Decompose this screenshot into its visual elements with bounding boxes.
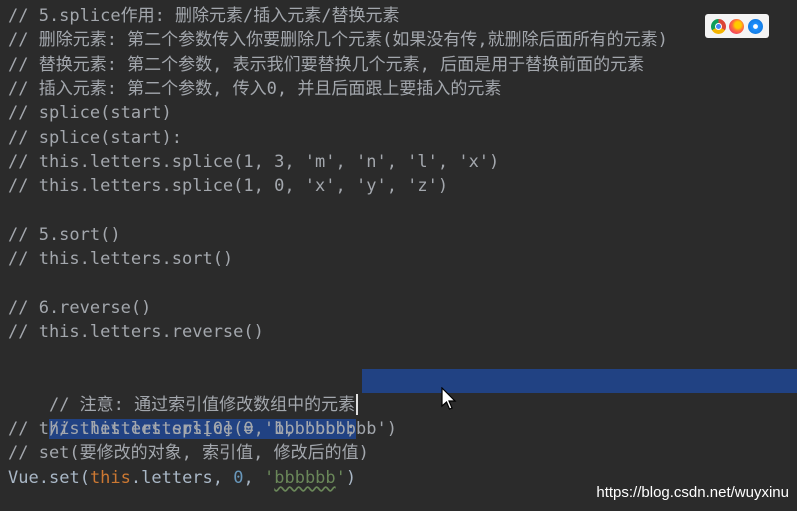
code-line[interactable]: // this.letters.reverse() — [0, 320, 797, 344]
browser-preview-bar — [705, 14, 769, 38]
code-line-selected[interactable]: // this.letters[0] = 'bbbbbb'; — [0, 393, 797, 440]
selection-highlight — [362, 368, 797, 393]
code-line[interactable]: // 5.sort() — [0, 223, 797, 247]
safari-icon[interactable] — [748, 18, 764, 34]
code-line-empty[interactable] — [0, 344, 797, 368]
code-editor[interactable]: // 5.splice作用: 删除元素/插入元素/替换元素 // 删除元素: 第… — [0, 0, 797, 511]
code-token-object: Vue — [8, 467, 39, 488]
code-token-keyword: this — [89, 467, 131, 488]
code-line[interactable]: // 替换元素: 第二个参数, 表示我们要替换几个元素, 后面是用于替换前面的元… — [0, 53, 797, 77]
code-line-selection-start[interactable]: // 注意: 通过索引值修改数组中的元素 — [0, 368, 797, 416]
code-token-string: bbbbbb — [274, 467, 336, 488]
code-line[interactable]: // 6.reverse() — [0, 296, 797, 320]
chrome-icon[interactable] — [710, 18, 726, 34]
watermark-url: https://blog.csdn.net/wuyxinu — [596, 484, 789, 501]
code-line[interactable]: // 5.splice作用: 删除元素/插入元素/替换元素 — [0, 4, 797, 28]
code-token-separator: , — [243, 467, 264, 488]
code-line-empty[interactable] — [0, 271, 797, 295]
code-line[interactable]: // splice(start): — [0, 126, 797, 150]
code-line[interactable]: // this.letters.splice(1, 0, 'x', 'y', '… — [0, 174, 797, 198]
code-line[interactable]: // splice(start) — [0, 101, 797, 125]
code-token-quote: ' — [335, 467, 346, 488]
code-token-paren: ) — [345, 467, 357, 488]
code-line[interactable]: // this.letters.splice(1, 3, 'm', 'n', '… — [0, 150, 797, 174]
code-token-property: .letters, — [130, 467, 234, 488]
code-token-paren: ( — [79, 467, 90, 488]
firefox-icon[interactable] — [729, 18, 745, 34]
code-line-empty[interactable] — [0, 198, 797, 222]
code-line[interactable]: // set(要修改的对象, 索引值, 修改后的值) — [0, 441, 797, 465]
code-token-method: set — [48, 467, 80, 488]
code-line[interactable]: // this.letters.sort() — [0, 247, 797, 271]
code-line[interactable]: // 插入元素: 第二个参数, 传入0, 并且后面跟上要插入的元素 — [0, 77, 797, 101]
code-token-number: 0 — [233, 467, 244, 488]
code-token-quote: ' — [263, 467, 275, 488]
code-token-dot: . — [38, 467, 49, 488]
code-line[interactable]: // 删除元素: 第二个参数传入你要删除几个元素(如果没有传,就删除后面所有的元… — [0, 28, 797, 52]
mouse-pointer-icon — [441, 387, 457, 410]
code-line[interactable]: // this.letters.splice(0, 1, 'bbbbbb') — [0, 417, 797, 441]
